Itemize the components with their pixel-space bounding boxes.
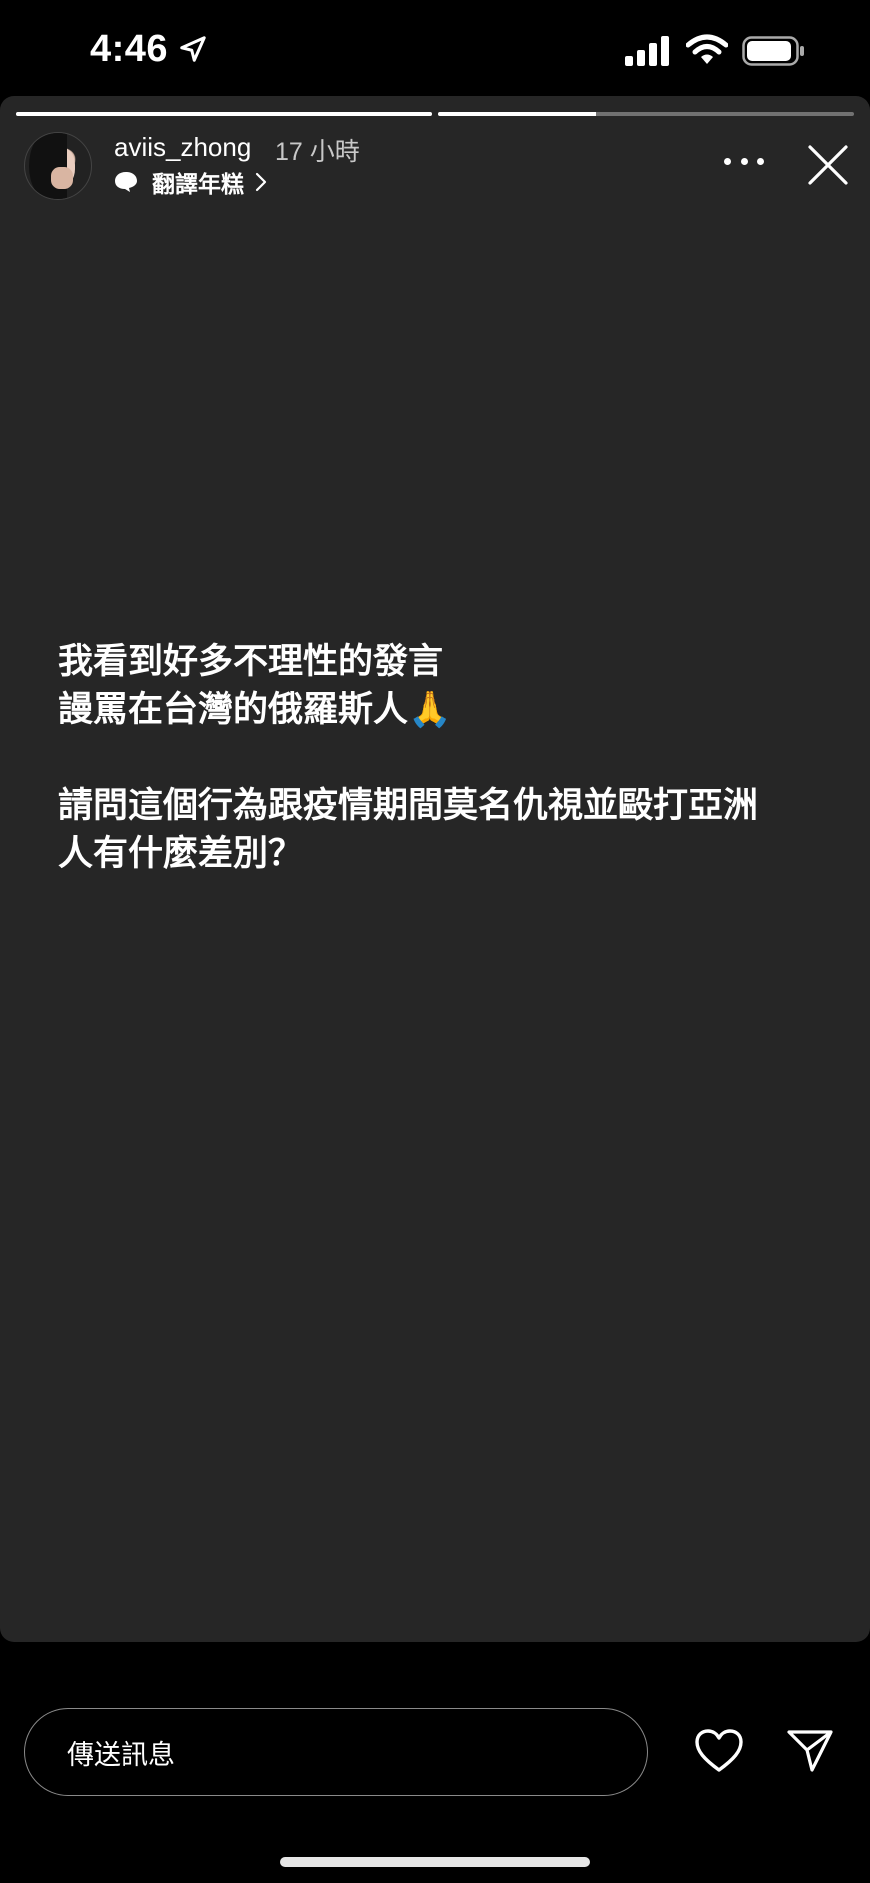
translate-label: 翻譯年糕 <box>152 171 244 197</box>
status-bar: 4:46 <box>0 0 870 100</box>
message-placeholder: 傳送訊息 <box>67 1739 175 1770</box>
battery-icon <box>742 36 804 66</box>
translate-link[interactable]: 翻譯年糕 <box>114 166 268 198</box>
cellular-signal-icon <box>625 36 669 66</box>
send-icon[interactable] <box>786 1728 834 1774</box>
story-username[interactable]: aviis_zhong <box>114 132 251 163</box>
message-input[interactable]: 傳送訊息 <box>24 1708 648 1796</box>
story-progress-fill <box>16 112 432 116</box>
story-text: 我看到好多不理性的發言 謾罵在台灣的俄羅斯人🙏 請問這個行為跟疫情期間莫名仇視並… <box>58 642 759 874</box>
home-indicator <box>280 1857 590 1867</box>
close-icon[interactable] <box>806 143 850 187</box>
story-time-ago: 17 小時 <box>275 138 360 166</box>
story-progress-bar <box>16 112 854 116</box>
chevron-right-icon <box>255 172 267 192</box>
story-progress-segment <box>438 112 854 116</box>
speech-bubble-icon <box>115 172 137 192</box>
story-progress-segment <box>16 112 432 116</box>
story-progress-fill <box>438 112 597 116</box>
avatar[interactable] <box>24 132 92 200</box>
location-arrow-icon <box>180 36 206 62</box>
wifi-icon <box>686 34 728 64</box>
status-time: 4:46 <box>90 28 169 70</box>
heart-icon[interactable] <box>694 1728 744 1774</box>
more-options-icon[interactable] <box>724 146 764 176</box>
